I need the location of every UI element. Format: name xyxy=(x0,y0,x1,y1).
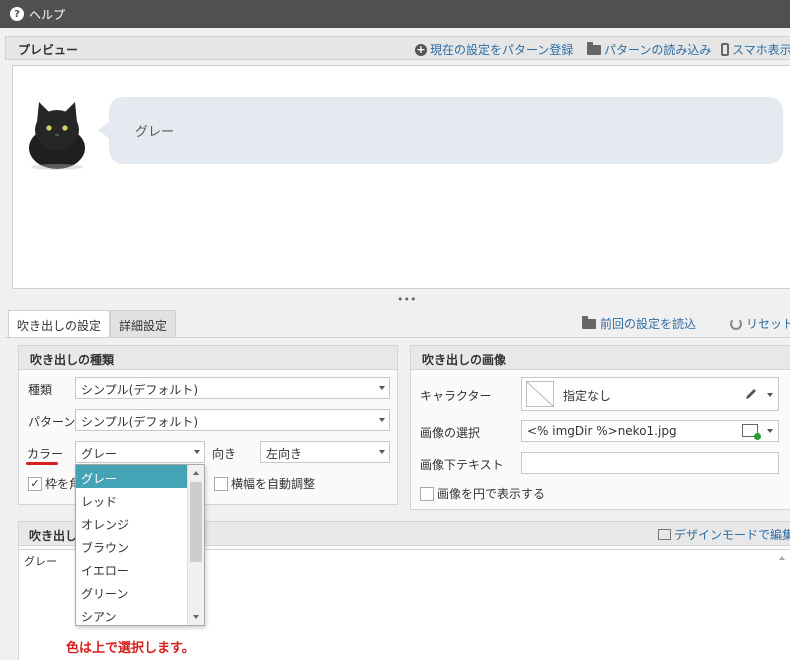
scrollbar-thumb[interactable] xyxy=(190,482,202,562)
preview-header: プレビュー + 現在の設定をパターン登録 パターンの読み込み スマホ表示 xyxy=(5,36,790,60)
balloon-image-title: 吹き出しの画像 xyxy=(411,346,790,370)
balloon-type-title: 吹き出しの種類 xyxy=(19,346,397,370)
character-select[interactable]: 指定なし xyxy=(521,377,779,411)
type-value: シンプル(デフォルト) xyxy=(81,383,199,397)
tab-bar: 吹き出しの設定 詳細設定 xyxy=(8,310,177,338)
direction-value: 左向き xyxy=(266,447,303,461)
pencil-icon[interactable] xyxy=(744,387,758,401)
load-pattern-label: パターンの読み込み xyxy=(604,43,712,57)
red-underline-mark xyxy=(26,462,58,465)
color-option[interactable]: イエロー xyxy=(76,557,188,580)
color-option[interactable]: ブラウン xyxy=(76,534,188,557)
speech-bubble: グレー xyxy=(98,97,783,164)
color-option[interactable]: レッド xyxy=(76,488,188,511)
border-checkbox[interactable]: ✓ 枠を角 xyxy=(28,475,81,492)
preview-area: グレー xyxy=(12,65,790,289)
design-mode-button[interactable]: デザインモードで編集 xyxy=(658,526,790,543)
save-pattern-label: 現在の設定をパターン登録 xyxy=(430,43,574,57)
black-cat-avatar xyxy=(29,102,85,170)
chevron-down-icon xyxy=(379,386,385,390)
color-option[interactable]: オレンジ xyxy=(76,511,188,534)
preview-title: プレビュー xyxy=(18,43,79,57)
character-value: 指定なし xyxy=(563,389,612,403)
checkbox-checked-icon: ✓ xyxy=(28,476,42,491)
color-label: カラー xyxy=(27,447,64,461)
chevron-down-icon xyxy=(767,429,773,433)
type-label: 種類 xyxy=(28,383,53,397)
pattern-label: パターン xyxy=(28,415,76,429)
character-label: キャラクター xyxy=(420,389,492,403)
caption-label: 画像下テキスト xyxy=(420,458,504,472)
chevron-down-icon xyxy=(194,450,200,454)
folder-icon xyxy=(582,315,596,329)
mobile-view-button[interactable]: スマホ表示 xyxy=(721,41,790,58)
tab-balloon-settings[interactable]: 吹き出しの設定 xyxy=(8,310,111,338)
load-previous-button[interactable]: 前回の設定を読込 xyxy=(582,315,696,332)
checkbox-icon xyxy=(214,476,228,491)
scroll-down-icon[interactable] xyxy=(193,615,199,619)
plus-circle-icon: + xyxy=(415,42,427,56)
color-option[interactable]: グレー xyxy=(76,465,188,488)
chevron-down-icon xyxy=(379,418,385,422)
color-dropdown-list: グレー レッド オレンジ ブラウン イエロー グリーン シアン xyxy=(75,464,205,626)
balloon-content: グレー xyxy=(24,555,57,568)
reset-label: リセット xyxy=(746,317,790,331)
folder-icon xyxy=(587,41,601,55)
empty-image-icon xyxy=(526,381,554,407)
design-mode-label: デザインモードで編集 xyxy=(674,528,790,542)
circle-image-label: 画像を円で表示する xyxy=(437,487,546,501)
bubble-text: グレー xyxy=(135,125,175,140)
color-value: グレー xyxy=(81,447,118,461)
resize-splitter[interactable]: ••• xyxy=(0,293,790,309)
save-pattern-button[interactable]: + 現在の設定をパターン登録 xyxy=(415,41,573,58)
reset-button[interactable]: リセット xyxy=(730,315,790,332)
drag-handle-icon: ••• xyxy=(397,293,417,306)
color-option[interactable]: シアン xyxy=(76,603,188,626)
color-option[interactable]: グリーン xyxy=(76,580,188,603)
direction-label: 向き xyxy=(212,447,237,461)
chevron-down-icon xyxy=(767,393,773,397)
pattern-select[interactable]: シンプル(デフォルト) xyxy=(75,409,390,431)
checkbox-icon xyxy=(420,486,434,501)
load-previous-label: 前回の設定を読込 xyxy=(600,317,697,331)
chevron-down-icon xyxy=(379,450,385,454)
smartphone-icon xyxy=(721,43,729,56)
image-value: <% imgDir %>neko1.jpg xyxy=(527,424,677,438)
tab-advanced-settings[interactable]: 詳細設定 xyxy=(110,310,177,338)
dropdown-scrollbar[interactable] xyxy=(187,465,204,625)
circle-image-checkbox[interactable]: 画像を円で表示する xyxy=(420,485,545,502)
tab-divider xyxy=(5,337,790,338)
edit-icon xyxy=(658,529,671,540)
help-icon: ? xyxy=(10,7,24,21)
add-image-icon[interactable] xyxy=(742,424,761,440)
caption-input[interactable] xyxy=(521,452,779,474)
auto-width-label: 横幅を自動調整 xyxy=(231,477,316,491)
refresh-icon xyxy=(730,317,742,330)
color-select[interactable]: グレー xyxy=(75,441,205,463)
window-title: ヘルプ xyxy=(29,7,66,22)
image-select[interactable]: <% imgDir %>neko1.jpg xyxy=(521,420,779,442)
scroll-up-icon[interactable] xyxy=(779,556,785,560)
type-select[interactable]: シンプル(デフォルト) xyxy=(75,377,390,399)
direction-select[interactable]: 左向き xyxy=(260,441,390,463)
pattern-value: シンプル(デフォルト) xyxy=(81,415,199,429)
annotation-text: 色は上で選択します。 xyxy=(66,641,195,656)
title-bar: ? ヘルプ xyxy=(0,0,790,28)
load-pattern-button[interactable]: パターンの読み込み xyxy=(587,41,711,58)
scroll-up-icon[interactable] xyxy=(193,471,199,475)
mobile-view-label: スマホ表示 xyxy=(732,43,790,57)
auto-width-checkbox[interactable]: 横幅を自動調整 xyxy=(214,475,315,492)
image-select-label: 画像の選択 xyxy=(420,426,481,440)
